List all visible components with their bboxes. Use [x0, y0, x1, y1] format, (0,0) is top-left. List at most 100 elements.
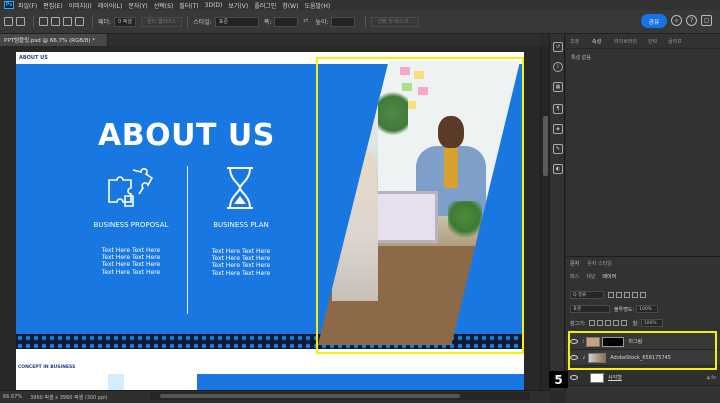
panel-icon-column: ↺ i ▦ ¶ ◈ ✎ ◐	[549, 34, 565, 390]
concept-bar	[16, 374, 524, 390]
blend-mode-select[interactable]: 표준	[570, 305, 610, 313]
lock-image-icon[interactable]	[596, 320, 603, 326]
new-selection-icon[interactable]	[39, 17, 48, 26]
intersect-selection-icon[interactable]	[75, 17, 84, 26]
width-label: 폭:	[263, 19, 272, 26]
layers-sub-tabs: 패스 채널 레이어	[566, 272, 720, 281]
menu-layer[interactable]: 레이어(L)	[98, 1, 123, 10]
lock-transparent-icon[interactable]	[588, 320, 595, 326]
concept-block-blue	[197, 374, 524, 390]
lock-all-icon[interactable]	[620, 320, 627, 326]
document-tab[interactable]: PPT템플릿.psd @ 66.7% (RGB/8) *	[0, 34, 108, 46]
photoshop-window: Ps 파일(F) 편집(E) 이미지(I) 레이어(L) 문자(Y) 선택(S)…	[0, 0, 720, 403]
concept-block-light	[108, 374, 124, 390]
menu-select[interactable]: 선택(S)	[154, 1, 174, 10]
3d-cube-icon[interactable]: ◈	[553, 124, 563, 134]
menu-type[interactable]: 문자(Y)	[128, 1, 147, 10]
swatches-icon[interactable]: ▦	[553, 82, 563, 92]
history-icon[interactable]: ↺	[553, 42, 563, 52]
vertical-scrollbar[interactable]	[540, 46, 549, 390]
tab-character[interactable]: 문자	[570, 260, 579, 267]
tab-character-style[interactable]: 문자 스타일	[587, 260, 612, 267]
column-divider	[187, 166, 188, 314]
blend-row: 표준 불투명도: 100%	[566, 304, 720, 314]
lock-icon: 🔒︎ fx	[707, 374, 716, 381]
menu-edit[interactable]: 편집(E)	[43, 1, 63, 10]
search-icon[interactable]: ⌕	[671, 15, 682, 26]
tab-layers[interactable]: 레이어	[602, 273, 616, 280]
separator	[33, 15, 34, 28]
tab-adjustments[interactable]: 조정	[570, 38, 579, 45]
tab-underline	[566, 48, 720, 49]
feather-input[interactable]: 0 픽셀	[114, 16, 137, 27]
menu-filter[interactable]: 필터(T)	[179, 1, 198, 10]
lock-label: 잠그기:	[570, 320, 586, 327]
menu-help[interactable]: 도움말(H)	[304, 1, 330, 10]
menu-window[interactable]: 창(W)	[282, 1, 298, 10]
filter-type-icon[interactable]	[624, 292, 630, 298]
layer-name[interactable]: 사각형	[608, 374, 622, 381]
swap-icon[interactable]: ⇄	[303, 17, 312, 26]
style-select[interactable]: 표준	[214, 16, 259, 27]
document-info[interactable]: 3960 픽셀 x 3960 픽셀 (300 ppi)	[30, 394, 108, 401]
filter-adjust-icon[interactable]	[616, 292, 622, 298]
text-line: Text Here Text Here	[101, 268, 161, 276]
layer-kind-select[interactable]: Q 종류	[570, 291, 604, 299]
horizontal-scrollbar[interactable]	[150, 392, 530, 400]
highlight-box-photo	[316, 57, 524, 354]
width-input[interactable]	[274, 16, 299, 27]
paragraph-icon[interactable]: ¶	[553, 104, 563, 114]
menu-plugins[interactable]: 플러그인	[254, 1, 276, 10]
help-icon[interactable]: ?	[686, 15, 697, 26]
separator	[187, 15, 189, 28]
filter-pixel-icon[interactable]	[608, 292, 614, 298]
feature-title-plan: BUSINESS PLAN	[213, 221, 269, 229]
fill-input[interactable]: 100%	[640, 319, 663, 327]
lock-artboard-icon[interactable]	[612, 320, 619, 326]
layer-row-rectangle[interactable]: 사각형 🔒︎ fx	[566, 370, 720, 386]
text-line: Text Here Text Here	[211, 269, 271, 277]
opacity-input[interactable]: 100%	[636, 305, 659, 313]
tab-glyphs[interactable]: 글리프	[668, 38, 682, 45]
tab-paragraph[interactable]: 단락	[648, 38, 657, 45]
layers-top-tabs: 문자 문자 스타일	[566, 259, 720, 268]
hourglass-icon	[227, 167, 253, 209]
tab-libraries[interactable]: 라이브러리	[614, 38, 637, 45]
height-input[interactable]	[331, 16, 356, 27]
scrollbar-thumb[interactable]	[160, 394, 460, 398]
artboard-header: ABOUT US	[19, 55, 48, 61]
info-icon[interactable]: i	[553, 62, 563, 72]
layers-panel: 문자 문자 스타일 패스 채널 레이어 Q 종류 표준 불투명도: 100% 잠…	[566, 256, 720, 403]
add-selection-icon[interactable]	[51, 17, 60, 26]
photoshop-logo-icon[interactable]: Ps	[4, 1, 14, 9]
filter-smart-icon[interactable]	[640, 292, 646, 298]
menu-3d[interactable]: 3D(D)	[205, 2, 223, 9]
zoom-level[interactable]: 66.67%	[3, 394, 22, 400]
scrollbar-thumb[interactable]	[543, 116, 548, 176]
text-line: Text Here Text Here	[211, 255, 271, 263]
lock-position-icon[interactable]	[604, 320, 611, 326]
share-button[interactable]: 공유	[641, 14, 667, 28]
brush-icon[interactable]: ✎	[553, 144, 563, 154]
opacity-label: 불투명도:	[614, 306, 635, 313]
tab-paths[interactable]: 패스	[570, 273, 579, 280]
menu-view[interactable]: 보기(V)	[228, 1, 248, 10]
separator	[92, 15, 93, 28]
tab-properties[interactable]: 속성	[592, 38, 601, 45]
subtract-selection-icon[interactable]	[63, 17, 72, 26]
lock-row: 잠그기: 칠: 100%	[566, 318, 720, 328]
filter-shape-icon[interactable]	[632, 292, 638, 298]
select-and-mask-button[interactable]: 선택 및 마스크...	[371, 16, 420, 27]
antialias-checkbox[interactable]: 앤티 앨리어스	[141, 16, 183, 27]
menu-file[interactable]: 파일(F)	[18, 1, 37, 10]
workspace-icon[interactable]: ▢	[701, 15, 712, 26]
menu-bar: Ps 파일(F) 편집(E) 이미지(I) 레이어(L) 문자(Y) 선택(S)…	[0, 0, 720, 10]
feature-text-plan: Text Here Text Here Text Here Text Here …	[206, 248, 276, 277]
home-icon[interactable]	[4, 17, 13, 26]
tab-channels[interactable]: 채널	[586, 273, 595, 280]
fill-label: 칠:	[632, 320, 639, 327]
adjust-icon[interactable]: ◐	[553, 164, 563, 174]
eye-icon[interactable]	[570, 375, 578, 380]
marquee-tool-icon[interactable]	[16, 17, 25, 26]
menu-image[interactable]: 이미지(I)	[69, 1, 92, 10]
